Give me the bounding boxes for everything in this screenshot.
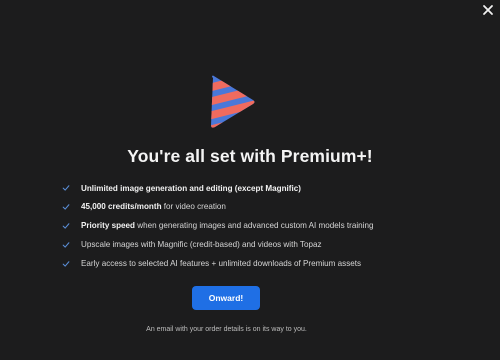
premium-success-dialog: You're all set with Premium+! Unlimited … bbox=[0, 0, 500, 360]
feature-text: 45,000 credits/month for video creation bbox=[81, 202, 226, 211]
check-icon bbox=[62, 260, 70, 267]
feature-text: Early access to selected AI features + u… bbox=[81, 259, 361, 268]
check-icon bbox=[62, 241, 70, 248]
close-icon bbox=[483, 5, 493, 15]
feature-text: Unlimited image generation and editing (… bbox=[81, 184, 301, 193]
feature-item: 45,000 credits/month for video creation bbox=[62, 198, 373, 216]
feature-highlight: Unlimited image generation and editing (… bbox=[81, 183, 301, 193]
check-icon bbox=[62, 185, 70, 191]
onward-button[interactable]: Onward! bbox=[192, 286, 260, 310]
feature-detail: when generating images and advanced cust… bbox=[134, 221, 374, 231]
feature-detail: Upscale images with Magnific (credit-bas… bbox=[81, 240, 322, 250]
feature-text: Upscale images with Magnific (credit-bas… bbox=[81, 240, 322, 249]
feature-highlight: Priority speed bbox=[81, 221, 135, 231]
order-email-note: An email with your order details is on i… bbox=[146, 326, 307, 333]
close-button[interactable] bbox=[480, 2, 496, 18]
feature-item: Unlimited image generation and editing (… bbox=[62, 179, 373, 197]
feature-item: Early access to selected AI features + u… bbox=[62, 255, 373, 273]
play-logo-icon bbox=[211, 75, 255, 128]
feature-text: Priority speed when generating images an… bbox=[81, 221, 373, 230]
feature-list: Unlimited image generation and editing (… bbox=[62, 179, 373, 273]
feature-highlight: 45,000 credits/month bbox=[81, 202, 162, 212]
dialog-title: You're all set with Premium+! bbox=[127, 146, 373, 166]
check-icon bbox=[62, 223, 70, 229]
feature-detail: Early access to selected AI features + u… bbox=[81, 259, 362, 269]
feature-detail: for video creation bbox=[161, 202, 226, 212]
check-icon bbox=[62, 204, 70, 210]
feature-item: Priority speed when generating images an… bbox=[62, 217, 373, 235]
feature-item: Upscale images with Magnific (credit-bas… bbox=[62, 236, 373, 254]
